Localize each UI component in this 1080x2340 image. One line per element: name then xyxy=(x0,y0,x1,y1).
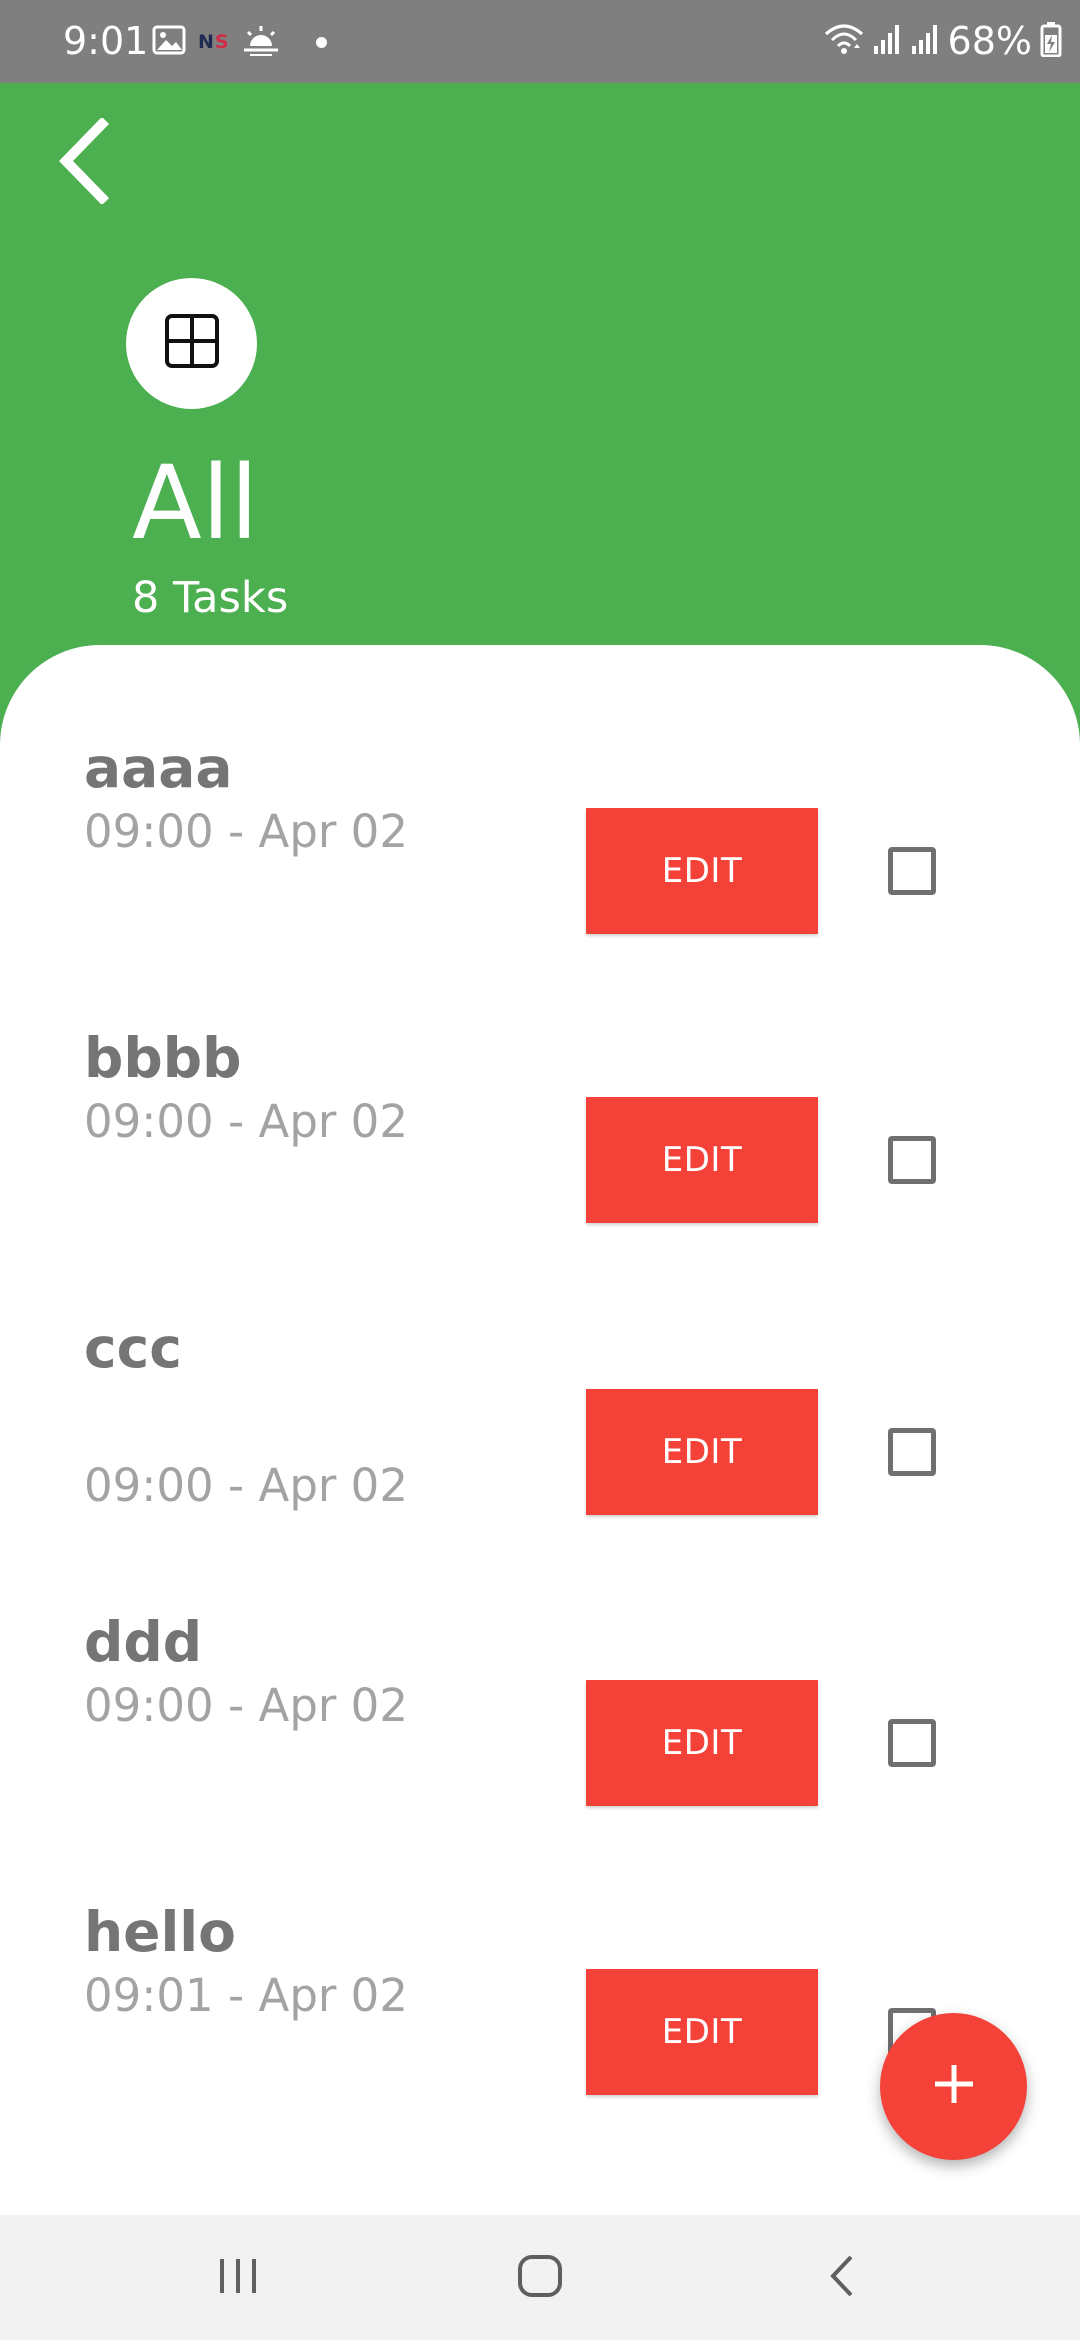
task-title: bbbb xyxy=(84,1026,242,1090)
status-left-icons: NS xyxy=(152,24,327,60)
edit-button[interactable]: EDIT xyxy=(586,1680,818,1806)
battery-percentage: 68% xyxy=(947,19,1032,63)
task-checkbox[interactable] xyxy=(888,1428,936,1476)
ns-badge-icon: NS xyxy=(198,31,230,53)
grid-icon xyxy=(164,314,219,373)
category-avatar xyxy=(126,278,257,409)
signal-icon xyxy=(872,22,902,60)
task-item: aaaa 09:00 - Apr 02 EDIT xyxy=(0,735,1080,995)
add-task-button[interactable] xyxy=(880,2013,1027,2160)
chevron-left-icon xyxy=(56,116,116,209)
edit-button[interactable]: EDIT xyxy=(586,1389,818,1515)
navigation-bar xyxy=(0,2215,1080,2340)
weather-sunrise-icon xyxy=(242,24,280,60)
task-title: ddd xyxy=(84,1610,203,1674)
page-title: All xyxy=(132,444,259,563)
task-item: bbbb 09:00 - Apr 02 EDIT xyxy=(0,1025,1080,1285)
task-title: ccc xyxy=(84,1316,182,1380)
task-checkbox[interactable] xyxy=(888,847,936,895)
task-count: 8 Tasks xyxy=(132,573,289,623)
task-title: hello xyxy=(84,1900,236,1964)
task-checkbox[interactable] xyxy=(888,1719,936,1767)
recent-apps-icon xyxy=(216,2255,260,2302)
task-item: ddd 09:00 - Apr 02 EDIT xyxy=(0,1609,1080,1869)
plus-icon xyxy=(932,2062,976,2111)
wifi-icon xyxy=(824,22,864,60)
nav-back-button[interactable] xyxy=(787,2240,897,2316)
task-time: 09:00 - Apr 02 xyxy=(84,805,408,858)
status-time: 9:01 xyxy=(63,19,149,63)
status-bar: 9:01 NS 68% xyxy=(0,0,1080,83)
home-icon xyxy=(517,2254,563,2303)
status-right-icons: 68% xyxy=(824,18,1062,64)
task-title: aaaa xyxy=(84,736,233,800)
task-checkbox[interactable] xyxy=(888,1136,936,1184)
task-list: aaaa 09:00 - Apr 02 EDIT bbbb 09:00 - Ap… xyxy=(0,645,1080,2215)
edit-button[interactable]: EDIT xyxy=(586,1969,818,2095)
task-time: 09:00 - Apr 02 xyxy=(84,1095,408,1148)
notification-dot xyxy=(315,36,327,48)
back-button[interactable] xyxy=(50,116,122,209)
task-item: ccc 09:00 - Apr 02 EDIT xyxy=(0,1315,1080,1575)
battery-charging-icon xyxy=(1040,21,1062,61)
recent-apps-button[interactable] xyxy=(183,2240,293,2316)
edit-button[interactable]: EDIT xyxy=(586,1097,818,1223)
signal-icon xyxy=(910,22,940,60)
task-time: 09:00 - Apr 02 xyxy=(84,1679,408,1732)
gallery-icon xyxy=(152,25,186,59)
home-button[interactable] xyxy=(485,2240,595,2316)
task-time: 09:01 - Apr 02 xyxy=(84,1969,408,2022)
back-icon xyxy=(827,2253,857,2304)
edit-button[interactable]: EDIT xyxy=(586,808,818,934)
task-time: 09:00 - Apr 02 xyxy=(84,1459,408,1512)
